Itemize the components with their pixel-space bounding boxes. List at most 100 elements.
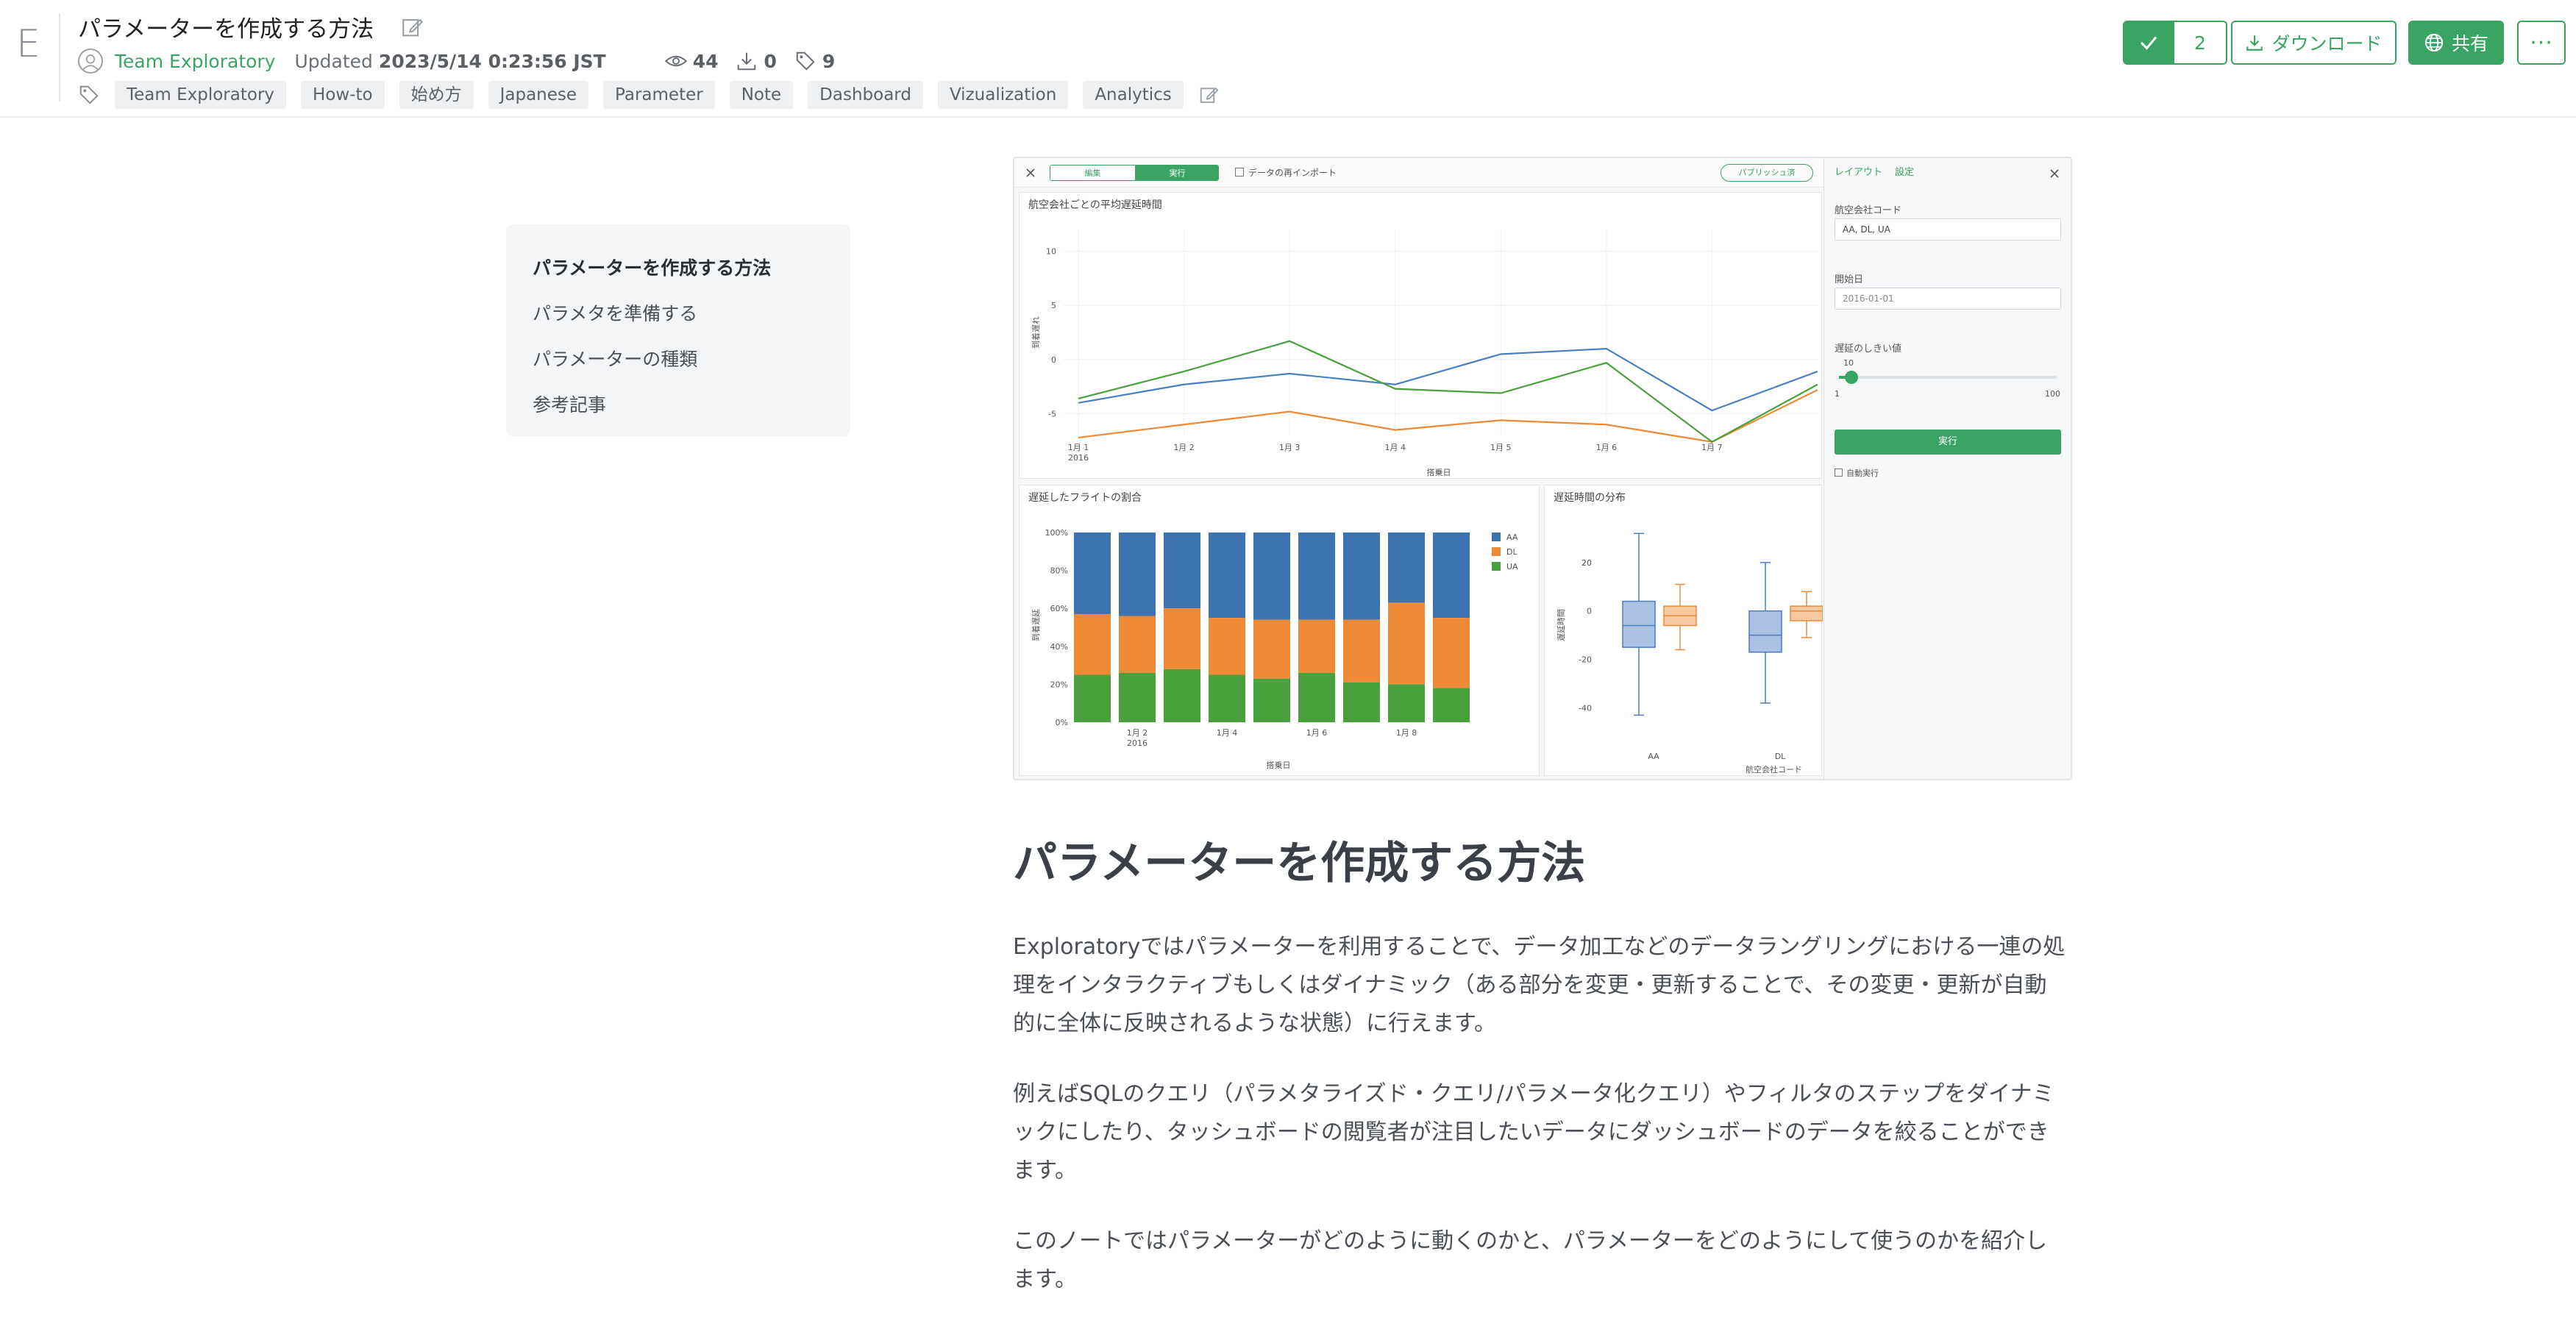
tag-japanese[interactable]: Japanese	[488, 81, 589, 109]
run-mode-tab: 実行	[1135, 165, 1218, 180]
app-logo[interactable]: E	[16, 22, 40, 66]
updated-label: Updated	[294, 50, 373, 72]
bar-x-tick: 1月 2	[1127, 728, 1148, 738]
line-x-tick: 1月 6	[1596, 443, 1618, 452]
bar-segment-UA	[1343, 682, 1380, 722]
airline-select: AA, DL, UA	[1835, 218, 2061, 241]
bar-segment-UA	[1253, 678, 1290, 722]
dashboard-screenshot: 編集 実行 データの再インポート パブリッシュ済 航空会社ごとの平均遅延時間 1…	[1013, 157, 2072, 780]
line-series-0	[1078, 347, 1818, 412]
bar-segment-DL	[1164, 608, 1200, 669]
more-menu-button[interactable]: ···	[2517, 21, 2566, 65]
header-divider	[59, 13, 60, 101]
layout-tab: レイアウト	[1835, 167, 1883, 178]
bar-segment-AA	[1164, 532, 1200, 609]
team-avatar[interactable]	[78, 49, 103, 74]
edit-tags-icon[interactable]	[1198, 84, 1220, 106]
paragraph-intro-line3: 的に全体に反映されるような状態）に行えます。	[1013, 1011, 1496, 1036]
box-y-tick: -20	[1579, 655, 1592, 665]
title-row: パラメーターを作成する方法	[78, 10, 425, 43]
line-x-tick: 1月 3	[1279, 443, 1301, 452]
edit-run-toggle: 編集 実行	[1050, 165, 1219, 181]
bar-segment-AA	[1119, 532, 1156, 616]
reimport-checkbox	[1235, 168, 1244, 177]
bar-chart-title: 遅延したフライトの割合	[1028, 492, 1142, 504]
bar-segment-UA	[1433, 688, 1470, 722]
table-of-contents: パラメーターを作成する方法 パラメタを準備する パラメーターの種類 参考記事	[506, 224, 850, 436]
tag-analytics[interactable]: Analytics	[1083, 81, 1184, 109]
article-body: パラメーターを作成する方法 Exploratoryではパラメーターを利用すること…	[1013, 830, 2072, 1299]
note-title: パラメーターを作成する方法	[78, 16, 374, 43]
bar-segment-DL	[1343, 619, 1380, 683]
bar-y-tick: 100%	[1045, 528, 1068, 538]
box-y-tick: -40	[1579, 703, 1592, 713]
tags-stat: 9	[794, 50, 835, 72]
paragraph-intro-line1: Exploratoryではパラメーターを利用することで、データ加工などのデータラ…	[1013, 934, 2066, 960]
toc-item-parameter-types[interactable]: パラメーターの種類	[533, 341, 824, 386]
tag-getting-started[interactable]: 始め方	[399, 81, 474, 109]
bar-y-tick: 60%	[1050, 604, 1068, 613]
bar-segment-DL	[1388, 602, 1425, 685]
bar-segment-DL	[1433, 618, 1470, 688]
bar-segment-UA	[1388, 684, 1425, 722]
line-x-axis-label: 搭乗日	[1427, 468, 1451, 477]
start-date-label: 開始日	[1835, 274, 1864, 285]
edit-mode-tab: 編集	[1050, 165, 1135, 180]
tag-parameter[interactable]: Parameter	[603, 81, 715, 109]
bar-segment-DL	[1253, 619, 1290, 679]
line-chart-title: 航空会社ごとの平均遅延時間	[1028, 199, 1162, 211]
airline-label: 航空会社コード	[1835, 205, 1902, 216]
bar-segment-UA	[1074, 674, 1111, 722]
toc-item-create-parameter[interactable]: パラメーターを作成する方法	[533, 249, 824, 295]
box-body	[1790, 605, 1824, 621]
note-header: E パラメーターを作成する方法 Team Exploratory Updated…	[0, 0, 2576, 118]
start-date-input: 2016-01-01	[1835, 288, 2061, 310]
parameter-sidebar: レイアウト 設定 航空会社コード AA, DL, UA 開始日 2016-01-…	[1824, 158, 2071, 779]
team-link[interactable]: Team Exploratory	[115, 51, 276, 72]
box-x-axis-label: 航空会社コード	[1746, 764, 1802, 774]
bar-segment-UA	[1209, 674, 1245, 722]
auto-run-checkbox	[1835, 469, 1843, 477]
line-x-tick: 2016	[1068, 453, 1089, 463]
toc-item-prepare-parameter[interactable]: パラメタを準備する	[533, 295, 824, 341]
like-count[interactable]: 2	[2174, 21, 2227, 65]
bar-segment-AA	[1388, 532, 1425, 603]
tag-team-exploratory[interactable]: Team Exploratory	[115, 81, 287, 109]
settings-tab: 設定	[1895, 167, 1915, 178]
bar-y-tick: 20%	[1050, 680, 1068, 689]
line-y-axis-label: 到着遅れ	[1031, 316, 1041, 349]
bar-y-axis-label: 到着遅延	[1031, 609, 1041, 641]
bar-segment-AA	[1209, 532, 1245, 619]
tag-vizualization[interactable]: Vizualization	[937, 81, 1069, 109]
downloads-count: 0	[764, 50, 777, 72]
box-y-tick: 0	[1587, 607, 1592, 616]
edit-title-icon[interactable]	[400, 15, 425, 40]
line-chart-pane: 航空会社ごとの平均遅延時間 10 5 0 -5 1月 1 2016 1月 2 1月 3 1月 4…	[1019, 192, 1822, 479]
bar-legend-swatch	[1492, 532, 1501, 541]
auto-run-label: 自動実行	[1846, 469, 1879, 478]
tag-how-to[interactable]: How-to	[301, 81, 385, 109]
bar-segment-AA	[1433, 532, 1470, 619]
bar-chart-pane: 遅延したフライトの割合 100% 80% 60% 40% 20% 0% 1月 2 2016 1月…	[1019, 485, 1540, 776]
bar-segment-AA	[1253, 532, 1290, 620]
bar-y-tick: 80%	[1050, 566, 1068, 576]
views-count: 44	[692, 50, 719, 72]
threshold-value: 10	[1843, 358, 1854, 368]
bar-legend-label: UA	[1506, 562, 1518, 571]
bar-segment-AA	[1074, 532, 1111, 614]
toc-item-references[interactable]: 参考記事	[533, 386, 824, 432]
line-x-tick: 1月 5	[1490, 443, 1512, 452]
tag-note[interactable]: Note	[729, 81, 794, 109]
box-y-tick: 20	[1581, 558, 1592, 568]
bar-segment-UA	[1119, 672, 1156, 722]
tag-dashboard[interactable]: Dashboard	[808, 81, 923, 109]
bar-x-tick: 1月 8	[1396, 728, 1417, 738]
globe-icon	[2424, 33, 2444, 52]
like-button[interactable]	[2123, 21, 2174, 65]
download-button[interactable]: ダウンロード	[2231, 21, 2397, 65]
box-x-tick: DL	[1775, 752, 1786, 761]
bar-y-tick: 40%	[1050, 642, 1068, 652]
share-button[interactable]: 共有	[2408, 21, 2504, 65]
bar-segment-AA	[1343, 532, 1380, 620]
bar-segment-UA	[1298, 672, 1335, 722]
